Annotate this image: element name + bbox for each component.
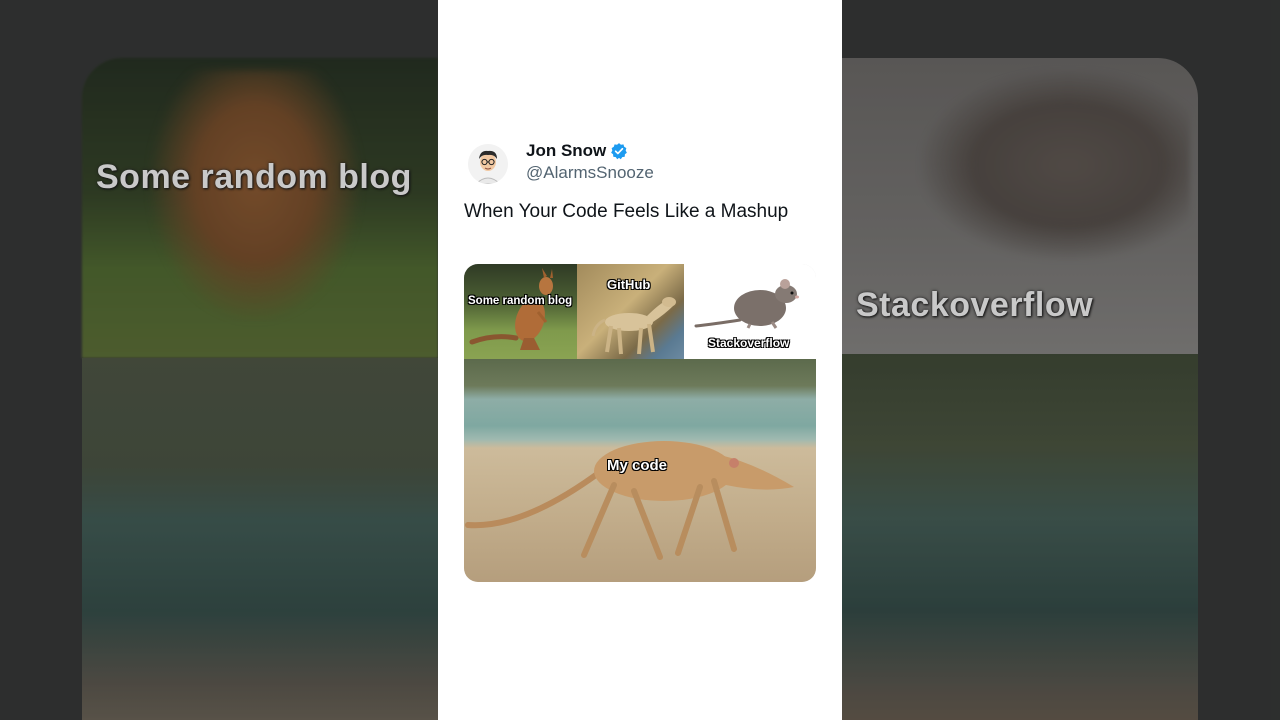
- meme-panel-blog: Some random blog: [464, 264, 577, 359]
- tweet-media-image[interactable]: Some random blog GitHub Stackoverflow My…: [464, 264, 816, 582]
- backdrop-label-blog: Some random blog: [96, 158, 412, 196]
- avatar-cartoon-icon[interactable]: [468, 144, 508, 184]
- backdrop-label-stackoverflow: Stackoverflow: [856, 286, 1094, 324]
- panel-label-my-code: My code: [607, 457, 668, 474]
- tweet-text: When Your Code Feels Like a Mashup: [464, 201, 789, 222]
- panel-label-github: GitHub: [607, 277, 651, 292]
- video-frame: Some random blog Stackoverflow Jon Snow …: [0, 0, 1280, 720]
- author-name[interactable]: Jon Snow: [526, 141, 606, 161]
- verified-badge-icon: [611, 143, 628, 160]
- kangaroo-illustration: [469, 268, 553, 350]
- meme-panel-stackoverflow: Stackoverflow: [684, 264, 816, 359]
- author-handle[interactable]: @AlarmsSnooze: [526, 163, 654, 183]
- meme-panel-github: GitHub: [577, 264, 684, 359]
- panel-label-stackoverflow: Stackoverflow: [708, 336, 790, 350]
- author-name-row[interactable]: Jon Snow: [526, 141, 628, 161]
- panel-label-blog: Some random blog: [468, 295, 573, 307]
- meme-panel-my-code: My code: [464, 359, 816, 582]
